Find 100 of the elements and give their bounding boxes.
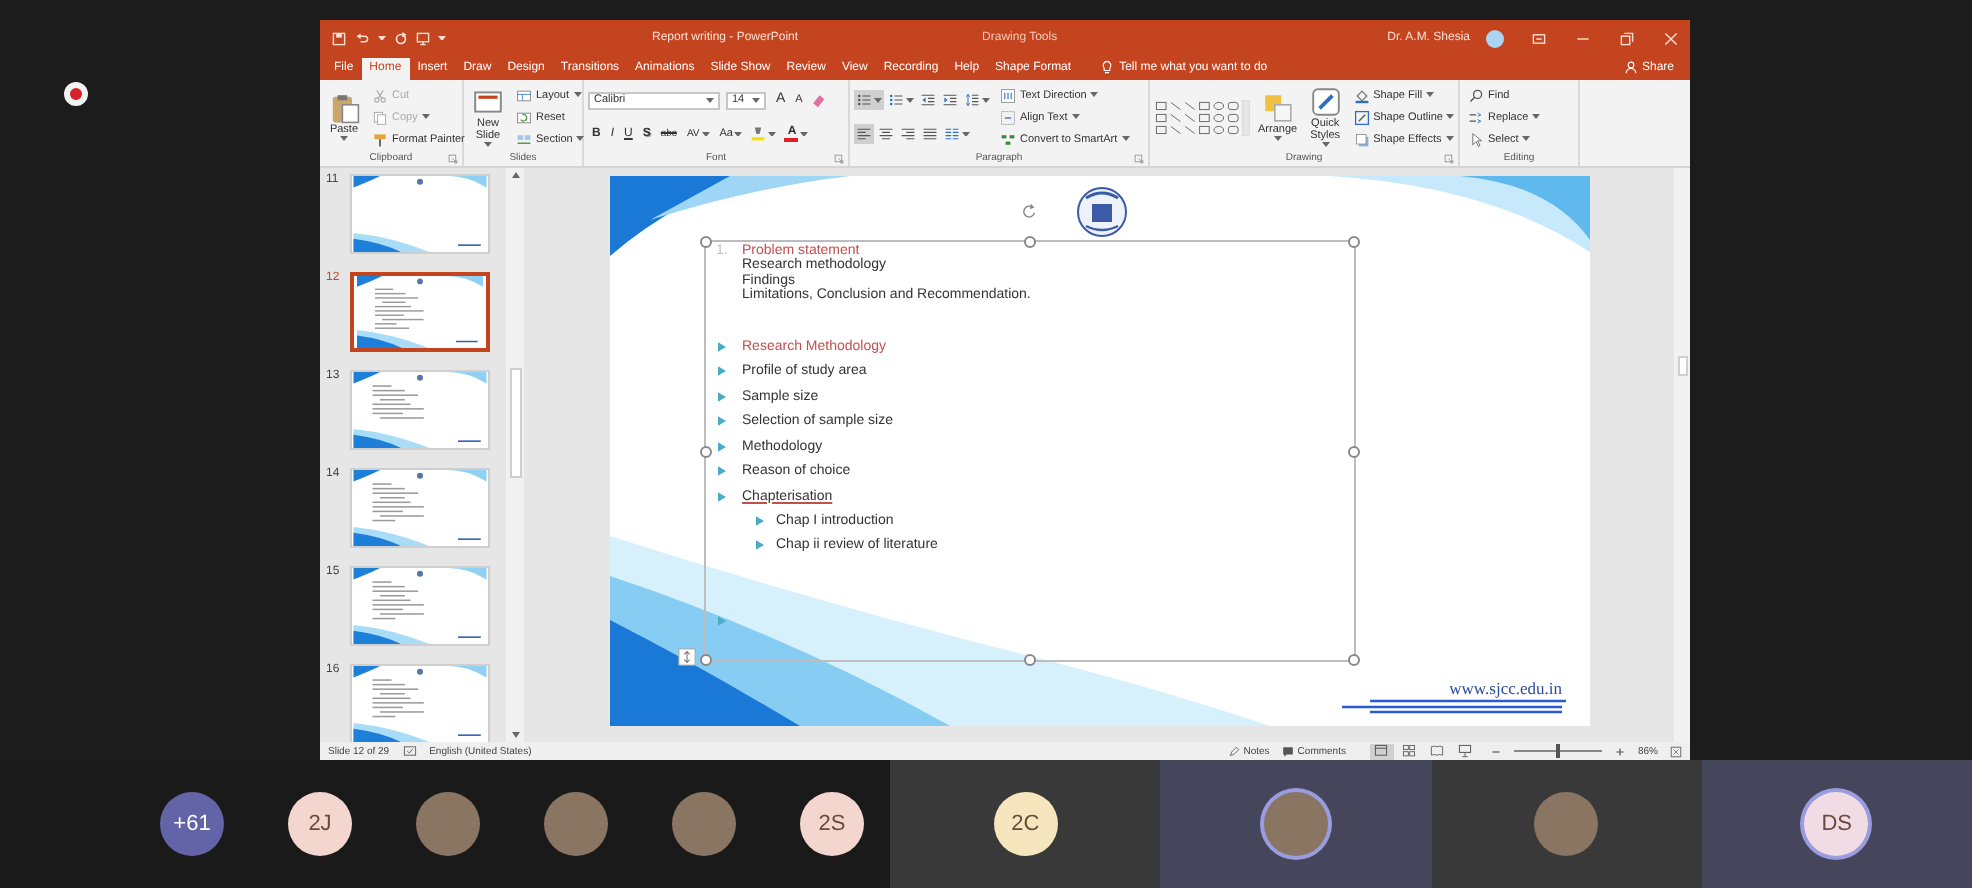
participant-avatar: 2J: [288, 792, 352, 856]
caret-icon[interactable]: [1121, 136, 1130, 142]
toolbar-button[interactable]: [854, 90, 884, 111]
user-avatar: [1486, 29, 1504, 47]
participant-tile[interactable]: 2C: [890, 760, 1161, 888]
resize-handle[interactable]: [700, 445, 712, 457]
toolbar-button[interactable]: [918, 90, 938, 111]
caret-icon[interactable]: [752, 98, 760, 103]
caret-icon[interactable]: [962, 131, 970, 136]
caret-icon[interactable]: [1426, 92, 1435, 98]
dialog-launcher-icon[interactable]: [1134, 153, 1144, 163]
toolbar-button[interactable]: [886, 90, 916, 111]
participant-tile[interactable]: [1160, 760, 1431, 888]
resize-handle[interactable]: [1348, 445, 1360, 457]
ribbon-options-icon[interactable]: [1532, 31, 1546, 45]
cursor-icon: [1468, 131, 1484, 147]
fit-to-window-icon[interactable]: [1670, 745, 1682, 757]
bullet-icon: [718, 366, 726, 377]
caret-icon[interactable]: [800, 131, 809, 136]
caret-icon[interactable]: [982, 98, 990, 103]
crest-logo-drawing: [1074, 184, 1130, 240]
resize-handle[interactable]: [1024, 654, 1036, 666]
caret-icon[interactable]: [1090, 92, 1099, 98]
align-center-icon: [878, 125, 894, 142]
toolbar-button[interactable]: [940, 90, 960, 111]
autofit-icon[interactable]: [678, 648, 696, 666]
dialog-launcher-icon[interactable]: [448, 153, 458, 163]
bullet-icon: [756, 515, 764, 526]
reset-icon: [516, 109, 532, 125]
caret-icon[interactable]: [438, 35, 446, 41]
toolbar-button[interactable]: [898, 123, 918, 144]
paintbrush-icon: [372, 131, 388, 147]
replace-icon: [1468, 109, 1484, 125]
bullet-icon: [718, 466, 726, 477]
caret-icon[interactable]: [906, 98, 914, 103]
caret-icon[interactable]: [768, 131, 777, 136]
indent-increase-icon: [942, 92, 958, 109]
spell-check-icon[interactable]: [401, 744, 418, 758]
slide-thumbnail[interactable]: [350, 272, 490, 352]
scrollbar[interactable]: [1674, 168, 1690, 742]
scrollbar[interactable]: [506, 168, 524, 742]
resize-handle[interactable]: [1348, 236, 1360, 248]
caret-icon[interactable]: [701, 131, 710, 136]
toolbar-button[interactable]: [942, 123, 972, 144]
highlighter-icon: [750, 125, 767, 142]
slider-thumb[interactable]: [1555, 744, 1560, 758]
undo-icon[interactable]: [354, 31, 370, 45]
caret-icon[interactable]: [1071, 114, 1080, 120]
caret-icon[interactable]: [1446, 114, 1455, 120]
scroll-down-icon[interactable]: [511, 732, 519, 738]
rotate-handle[interactable]: [1020, 202, 1038, 220]
participant-tile[interactable]: DS: [1701, 760, 1972, 888]
toolbar-button[interactable]: [920, 123, 940, 144]
caret-icon[interactable]: [1522, 136, 1531, 142]
clipboard-icon: [328, 92, 360, 125]
caret-icon[interactable]: [484, 142, 492, 148]
participant-avatar: 2C: [993, 792, 1058, 856]
participant-tile[interactable]: [1431, 760, 1702, 888]
zoom-out-icon[interactable]: [1489, 745, 1502, 757]
resize-handle[interactable]: [1024, 236, 1036, 248]
text-box[interactable]: [704, 240, 1356, 662]
redo-icon[interactable]: [394, 31, 408, 45]
participant-avatar: DS: [1804, 792, 1869, 856]
caret-icon[interactable]: [573, 92, 582, 98]
dialog-launcher-icon[interactable]: [1444, 153, 1454, 163]
present-icon[interactable]: [416, 31, 430, 45]
restore-icon[interactable]: [1620, 31, 1634, 45]
save-icon[interactable]: [332, 31, 346, 45]
section-icon: [516, 131, 532, 147]
toolbar-button[interactable]: [876, 123, 896, 144]
caret-icon[interactable]: [576, 136, 585, 142]
shapes-gallery[interactable]: [1154, 99, 1250, 135]
text-direction-icon: [1000, 87, 1016, 103]
caret-icon[interactable]: [706, 98, 714, 103]
toolbar-button[interactable]: [748, 123, 779, 144]
caret-icon[interactable]: [734, 131, 743, 136]
toolbar-button[interactable]: [854, 123, 874, 144]
resize-handle[interactable]: [700, 236, 712, 248]
toolbar-button[interactable]: [962, 90, 992, 111]
more-participants-button[interactable]: +61: [160, 792, 224, 856]
caret-icon[interactable]: [1273, 136, 1282, 142]
dialog-launcher-icon[interactable]: [834, 153, 844, 163]
caret-icon[interactable]: [1445, 136, 1454, 142]
normal-view-icon: [1374, 744, 1389, 758]
caret-icon[interactable]: [1321, 142, 1330, 148]
resize-handle[interactable]: [1348, 654, 1360, 666]
speech-bubble-icon: [1281, 745, 1294, 757]
caret-icon[interactable]: [1532, 114, 1541, 120]
close-icon[interactable]: [1664, 31, 1678, 45]
caret-icon[interactable]: [378, 35, 386, 41]
copy-icon: [372, 109, 388, 125]
bullets-icon: [856, 92, 872, 109]
scroll-up-icon[interactable]: [511, 172, 519, 178]
caret-icon[interactable]: [874, 98, 882, 103]
smartart-icon: [1000, 131, 1016, 147]
caret-icon[interactable]: [340, 136, 348, 142]
zoom-in-icon[interactable]: [1613, 745, 1626, 757]
effects-icon: [1353, 131, 1370, 147]
view-button[interactable]: [1369, 743, 1394, 759]
bullet-icon: [718, 441, 726, 452]
